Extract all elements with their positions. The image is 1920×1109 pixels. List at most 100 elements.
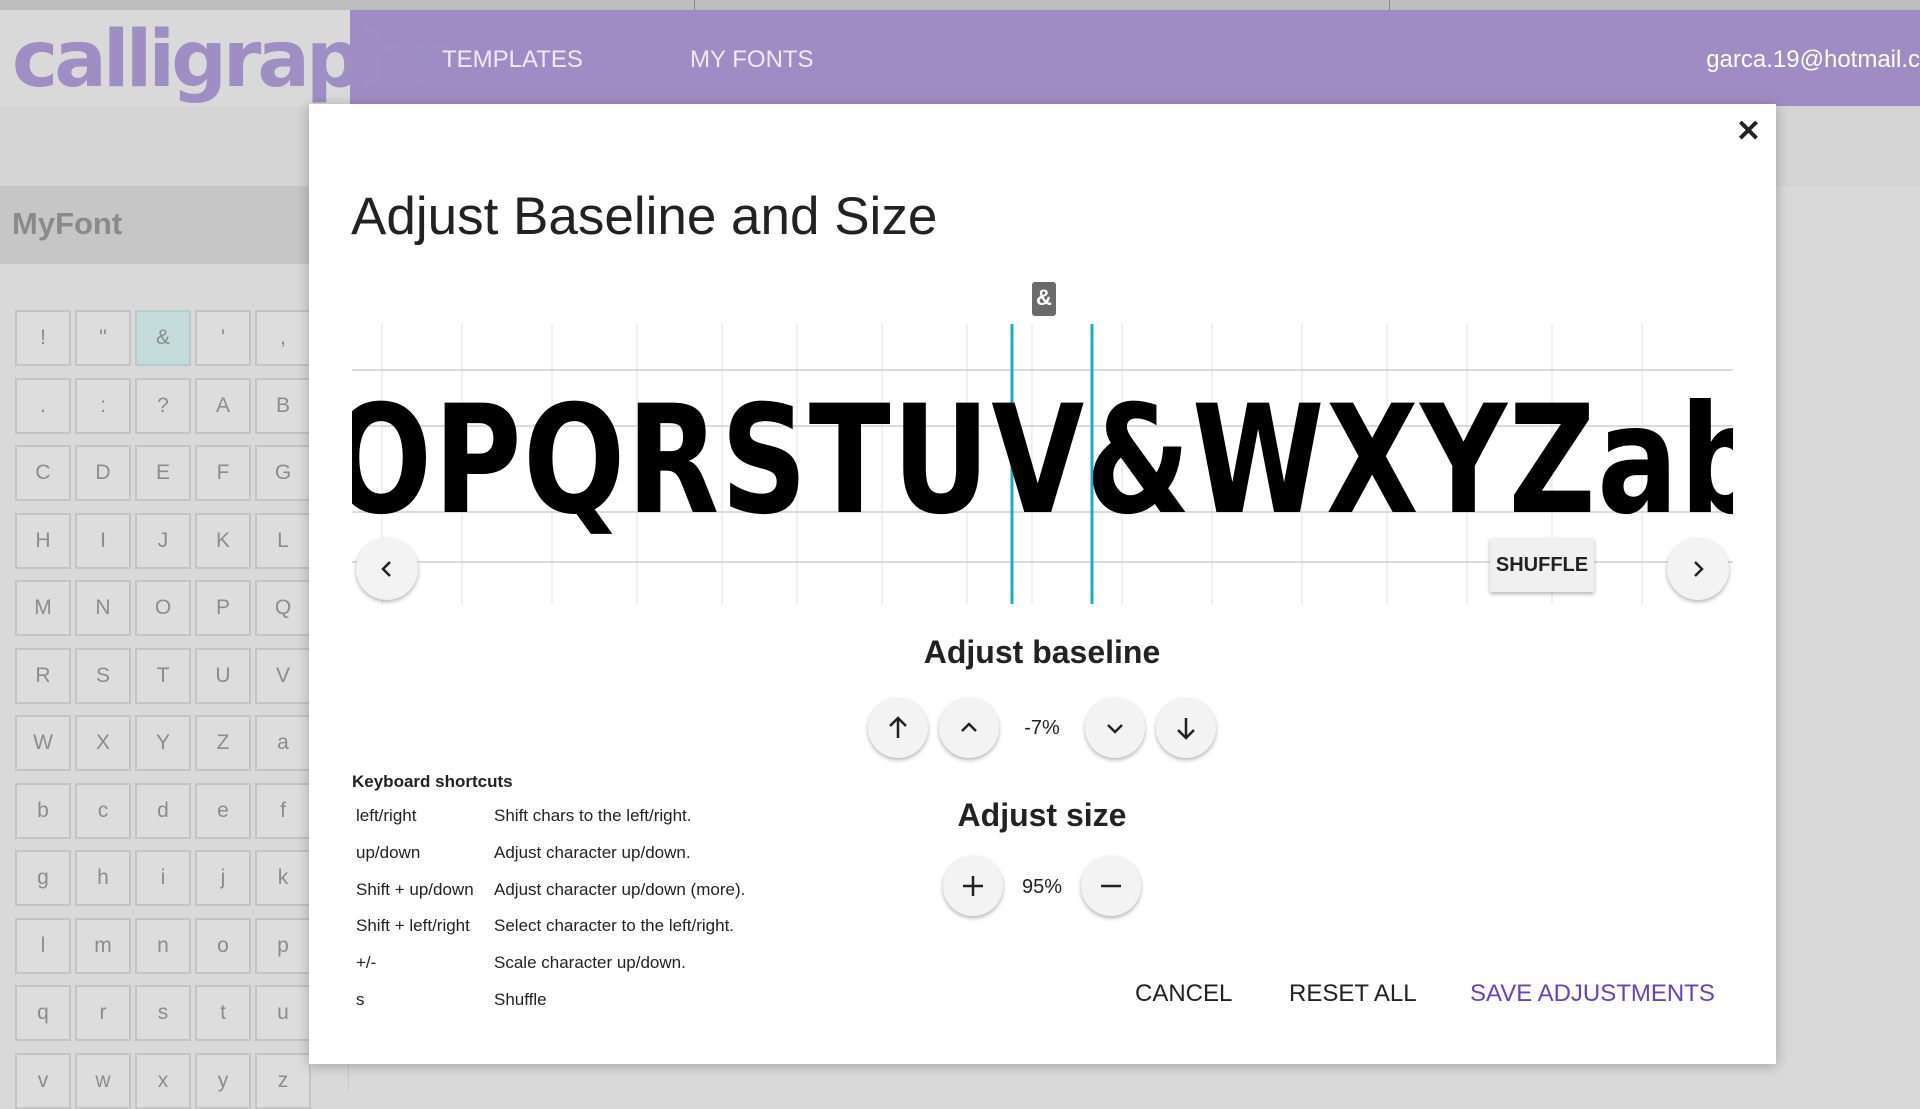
shortcut-key: Shift + left/right — [356, 916, 470, 936]
char-cell[interactable]: & — [135, 310, 191, 366]
plus-icon — [963, 876, 983, 896]
shortcut-key: +/- — [356, 953, 377, 973]
char-cell[interactable]: x — [135, 1052, 191, 1109]
char-cell[interactable]: t — [195, 985, 251, 1041]
char-cell[interactable]: Y — [135, 715, 191, 771]
char-cell[interactable]: H — [15, 512, 71, 569]
user-email[interactable]: garca.19@hotmail.c — [1706, 46, 1920, 74]
char-cell[interactable]: c — [75, 782, 131, 839]
char-cell[interactable]: i — [135, 850, 191, 906]
save-adjustments-button[interactable]: SAVE ADJUSTMENTS — [1470, 980, 1715, 1008]
char-cell[interactable]: A — [195, 377, 251, 434]
shortcut-row: s Shuffle — [356, 990, 547, 1010]
char-cell[interactable]: r — [75, 985, 131, 1041]
char-cell[interactable]: K — [195, 512, 251, 569]
char-cell[interactable]: l — [15, 917, 71, 974]
cancel-button[interactable]: CANCEL — [1135, 980, 1232, 1008]
shortcut-row: +/- Scale character up/down. — [356, 953, 686, 973]
calligraphr-logo[interactable]: calligraphr — [12, 20, 448, 100]
chevron-right-icon — [1694, 561, 1704, 577]
char-cell[interactable]: S — [75, 647, 131, 704]
char-cell[interactable]: , — [255, 310, 311, 366]
char-cell[interactable]: k — [255, 850, 311, 906]
char-cell[interactable]: q — [15, 985, 71, 1041]
char-cell[interactable]: V — [255, 647, 311, 704]
char-cell[interactable]: Q — [255, 580, 311, 636]
char-cell[interactable]: : — [75, 377, 131, 434]
char-cell[interactable]: I — [75, 512, 131, 569]
size-value: 95% — [1021, 876, 1063, 898]
char-cell[interactable]: z — [255, 1052, 311, 1109]
font-name: MyFont — [12, 206, 123, 241]
char-cell[interactable]: M — [15, 580, 71, 636]
size-increase-button[interactable] — [943, 856, 1003, 916]
shortcut-description: Adjust character up/down (more). — [494, 879, 746, 899]
char-cell[interactable]: e — [195, 782, 251, 839]
prev-button[interactable] — [356, 538, 418, 600]
char-cell[interactable]: o — [195, 917, 251, 974]
char-cell[interactable]: E — [135, 445, 191, 501]
char-cell[interactable]: h — [75, 850, 131, 906]
char-cell[interactable]: d — [135, 782, 191, 839]
sample-glyphs: OPQRSTUV&WXYZabcd — [352, 374, 1733, 548]
char-cell[interactable]: a — [255, 715, 311, 771]
next-button[interactable] — [1667, 538, 1729, 600]
char-cell[interactable]: g — [15, 850, 71, 906]
adjust-modal: ✕ Adjust Baseline and Size & OPQRSTUV&WX… — [309, 104, 1776, 1064]
close-icon[interactable]: ✕ — [1736, 114, 1761, 149]
char-cell[interactable]: n — [135, 917, 191, 974]
selected-char-marker: & — [1032, 282, 1056, 316]
size-decrease-button[interactable] — [1081, 856, 1141, 916]
char-cell[interactable]: u — [255, 985, 311, 1041]
shortcut-key: left/right — [356, 806, 417, 825]
char-cell[interactable]: R — [15, 647, 71, 704]
char-cell[interactable]: F — [195, 445, 251, 501]
shortcut-key: up/down — [356, 842, 421, 862]
char-cell[interactable]: U — [195, 647, 251, 704]
char-cell[interactable]: . — [15, 377, 71, 434]
char-cell[interactable]: ? — [135, 377, 191, 434]
shortcut-description: Shift chars to the left/right. — [494, 806, 692, 825]
arrow-up-icon — [889, 716, 907, 738]
char-cell[interactable]: b — [15, 782, 71, 839]
shortcut-key: s — [356, 990, 365, 1009]
char-cell[interactable]: f — [255, 782, 311, 839]
char-cell[interactable]: s — [135, 985, 191, 1041]
char-cell[interactable]: O — [135, 580, 191, 636]
char-cell[interactable]: G — [255, 445, 311, 501]
shortcut-row: Shift + up/down Adjust character up/down … — [356, 879, 745, 900]
char-cell[interactable]: C — [15, 445, 71, 501]
reset-all-button[interactable]: RESET ALL — [1289, 980, 1417, 1008]
shortcut-key: Shift + up/down — [356, 879, 474, 899]
char-cell[interactable]: y — [195, 1052, 251, 1109]
char-cell[interactable]: N — [75, 580, 131, 636]
char-cell[interactable]: w — [75, 1052, 131, 1109]
baseline-down-button[interactable] — [1085, 698, 1145, 758]
char-cell[interactable]: D — [75, 445, 131, 501]
char-cell[interactable]: W — [15, 715, 71, 771]
baseline-up-more-button[interactable] — [868, 698, 928, 758]
char-cell[interactable]: Z — [195, 715, 251, 771]
char-cell[interactable]: p — [255, 917, 311, 974]
baseline-down-more-button[interactable] — [1156, 698, 1216, 758]
char-cell[interactable]: J — [135, 512, 191, 569]
shortcut-row: up/down Adjust character up/down. — [356, 842, 691, 863]
char-cell[interactable]: ' — [195, 310, 251, 366]
nav-my-fonts[interactable]: MY FONTS — [690, 46, 814, 74]
char-cell[interactable]: " — [75, 310, 131, 366]
char-cell[interactable]: v — [15, 1052, 71, 1109]
baseline-up-button[interactable] — [939, 698, 999, 758]
char-cell[interactable]: m — [75, 917, 131, 974]
char-cell[interactable]: ! — [15, 310, 71, 366]
shortcut-description: Select character to the left/right. — [494, 916, 735, 936]
char-cell[interactable]: P — [195, 580, 251, 636]
char-cell[interactable]: j — [195, 850, 251, 906]
char-cell[interactable]: B — [255, 377, 311, 434]
char-cell[interactable]: T — [135, 647, 191, 704]
baseline-heading: Adjust baseline — [923, 634, 1161, 670]
baseline-value: -7% — [1024, 717, 1060, 739]
char-cell[interactable]: L — [255, 512, 311, 569]
shuffle-button[interactable]: SHUFFLE — [1490, 538, 1594, 592]
char-cell[interactable]: X — [75, 715, 131, 771]
nav-templates[interactable]: TEMPLATES — [442, 46, 583, 74]
